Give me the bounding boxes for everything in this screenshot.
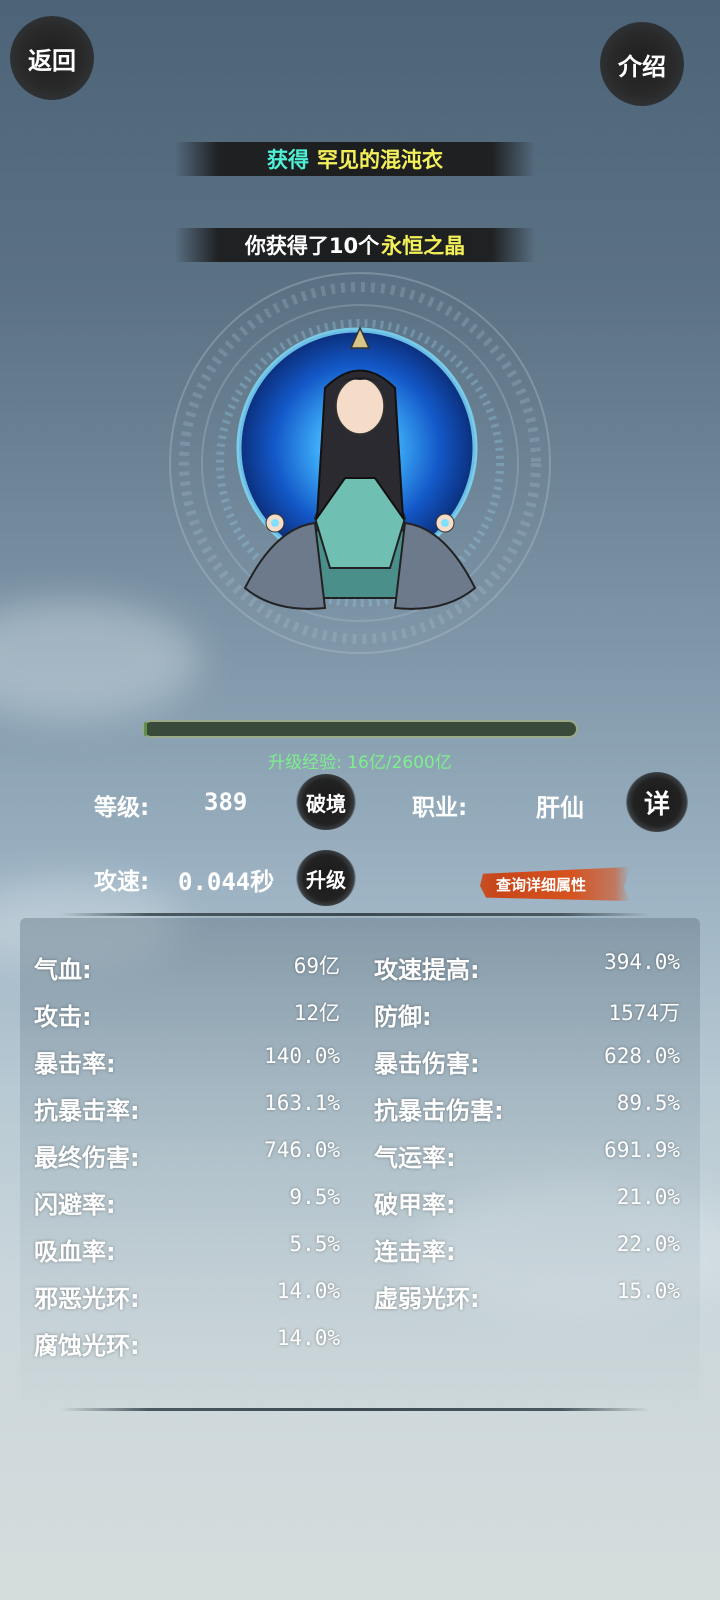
- divider-bottom: [60, 1408, 650, 1411]
- attack-speed-label: 攻速:: [94, 869, 150, 895]
- attribute-row: 攻击: 12亿 防御: 1574万: [0, 997, 720, 1033]
- attribute-name: 破甲率:: [374, 1191, 456, 1219]
- upgrade-button[interactable]: 升级: [296, 850, 356, 906]
- attribute-value: 691.9%: [604, 1138, 680, 1162]
- xp-label: 升级经验: 16亿/2600亿: [268, 753, 452, 773]
- attribute-value: 15.0%: [616, 1279, 680, 1303]
- class-label: 职业:: [412, 795, 468, 821]
- level-label: 等级:: [94, 795, 150, 821]
- attribute-value: 14.0%: [276, 1326, 340, 1350]
- attribute-name: 暴击伤害:: [374, 1050, 480, 1078]
- attribute-name: 最终伤害:: [34, 1144, 140, 1172]
- attribute-value: 12亿: [293, 1001, 340, 1025]
- attribute-name: 抗暴击率:: [34, 1097, 140, 1125]
- magic-circle-icon: [169, 272, 551, 654]
- attribute-row: 邪恶光环: 14.0% 虚弱光环: 15.0%: [0, 1279, 720, 1315]
- attribute-value: 394.0%: [604, 950, 680, 974]
- attribute-row: 最终伤害: 746.0% 气运率: 691.9%: [0, 1138, 720, 1174]
- attribute-name: 攻速提高:: [374, 956, 480, 984]
- attribute-name: 气运率:: [374, 1144, 456, 1172]
- class-detail-button-label: 详: [643, 789, 670, 820]
- character-portrait: [165, 268, 555, 658]
- attribute-value: 14.0%: [276, 1279, 340, 1303]
- breakthrough-button[interactable]: 破境: [296, 774, 356, 830]
- query-detail-attributes-button[interactable]: 查询详细属性: [480, 867, 630, 901]
- back-button-label: 返回: [28, 46, 76, 75]
- obtain-prefix: 获得: [267, 148, 309, 172]
- attack-speed-value: 0.044秒: [178, 868, 275, 896]
- xp-progress-fill: [144, 722, 147, 736]
- divider-top: [60, 913, 650, 916]
- attribute-value: 22.0%: [616, 1232, 680, 1256]
- attribute-value: 163.1%: [264, 1091, 340, 1115]
- class-detail-button[interactable]: 详: [626, 772, 688, 832]
- reward-prefix: 你获得了10个: [244, 234, 380, 258]
- attribute-value: 746.0%: [264, 1138, 340, 1162]
- xp-progress-bar: [142, 720, 578, 738]
- attribute-name: 抗暴击伤害:: [374, 1097, 504, 1125]
- attribute-value: 628.0%: [604, 1044, 680, 1068]
- attribute-row: 气血: 69亿 攻速提高: 394.0%: [0, 950, 720, 986]
- breakthrough-button-label: 破境: [306, 791, 346, 816]
- attribute-name: 连击率:: [374, 1238, 456, 1266]
- attribute-name: 闪避率:: [34, 1191, 116, 1219]
- attribute-row: 暴击率: 140.0% 暴击伤害: 628.0%: [0, 1044, 720, 1080]
- class-value: 肝仙: [536, 794, 584, 822]
- attribute-row: 腐蚀光环: 14.0%: [0, 1326, 720, 1362]
- reward-banner: 你获得了10个 永恒之晶: [175, 228, 535, 262]
- attribute-name: 防御:: [374, 1003, 432, 1031]
- attribute-value: 1574万: [608, 1001, 680, 1025]
- attribute-value: 21.0%: [616, 1185, 680, 1209]
- intro-button-label: 介绍: [618, 52, 666, 81]
- attribute-name: 腐蚀光环:: [34, 1332, 140, 1360]
- back-button[interactable]: 返回: [10, 16, 94, 100]
- reward-item: 永恒之晶: [381, 234, 466, 258]
- attribute-name: 气血:: [34, 956, 92, 984]
- attribute-name: 攻击:: [34, 1003, 92, 1031]
- attribute-value: 140.0%: [264, 1044, 340, 1068]
- attribute-value: 5.5%: [289, 1232, 340, 1256]
- attribute-value: 9.5%: [289, 1185, 340, 1209]
- attribute-name: 虚弱光环:: [374, 1285, 480, 1313]
- level-value: 389: [204, 788, 248, 816]
- query-detail-attributes-label: 查询详细属性: [496, 875, 587, 894]
- attribute-row: 闪避率: 9.5% 破甲率: 21.0%: [0, 1185, 720, 1221]
- attribute-name: 邪恶光环:: [34, 1285, 140, 1313]
- intro-button[interactable]: 介绍: [600, 22, 684, 106]
- attribute-value: 89.5%: [616, 1091, 680, 1115]
- obtain-banner: 获得 罕见的混沌衣: [175, 142, 535, 176]
- attribute-name: 暴击率:: [34, 1050, 116, 1078]
- attribute-name: 吸血率:: [34, 1238, 116, 1266]
- obtain-item: 罕见的混沌衣: [317, 148, 443, 172]
- upgrade-button-label: 升级: [306, 867, 346, 892]
- attribute-row: 抗暴击率: 163.1% 抗暴击伤害: 89.5%: [0, 1091, 720, 1127]
- attribute-row: 吸血率: 5.5% 连击率: 22.0%: [0, 1232, 720, 1268]
- attribute-value: 69亿: [293, 954, 340, 978]
